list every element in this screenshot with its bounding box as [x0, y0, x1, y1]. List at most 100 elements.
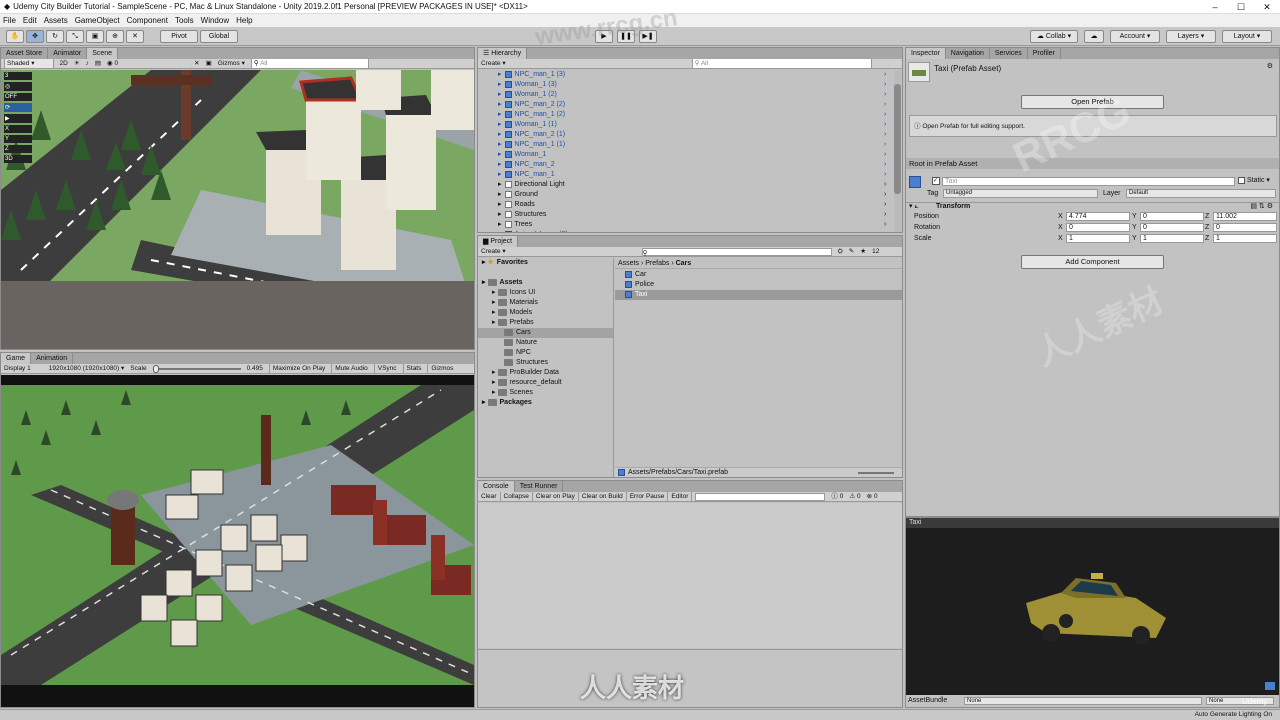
cloud-services-button[interactable]: ☁ — [1084, 30, 1104, 43]
scene-overlay-toolbar[interactable]: 3 ◎ OFF ⟳ ▶ X Y Z 3D — [4, 72, 32, 163]
tag-dropdown[interactable]: Untagged — [943, 189, 1098, 198]
menu-file[interactable]: File — [3, 16, 16, 25]
console-clear-button[interactable]: Clear — [481, 492, 501, 501]
inspector-tab-services[interactable]: Services — [990, 48, 1028, 59]
transform-settings-icon[interactable]: ▤ ⇅ ⚙ — [1250, 202, 1273, 210]
expand-arrow-icon[interactable]: ▸ — [492, 309, 496, 316]
play-button[interactable]: ▶ — [595, 30, 613, 43]
hierarchy-item[interactable]: ▸ Woman_1 (3) › — [498, 80, 886, 90]
menu-tools[interactable]: Tools — [175, 16, 194, 25]
breadcrumb-item[interactable]: Prefabs — [645, 260, 669, 267]
project-tree-item[interactable]: ▸ Models — [478, 308, 613, 318]
favorite-star-icon[interactable]: ★ — [860, 247, 866, 256]
chevron-right-icon[interactable]: › — [884, 210, 886, 220]
game-toggle-gizmos[interactable]: Gizmos — [427, 364, 453, 373]
hierarchy-item[interactable]: ▸ NPC_man_1 (1) › — [498, 140, 886, 150]
add-component-button[interactable]: Add Component — [1021, 255, 1164, 269]
transform-scale-x-field[interactable]: 1 — [1066, 234, 1130, 243]
scale-slider[interactable] — [152, 364, 241, 373]
account-dropdown[interactable]: Account ▾ — [1110, 30, 1160, 43]
chevron-right-icon[interactable]: › — [884, 200, 886, 210]
static-toggle[interactable]: Static ▾ — [1238, 176, 1270, 184]
chevron-right-icon[interactable]: › — [884, 120, 886, 130]
expand-arrow-icon[interactable]: ▸ — [492, 389, 496, 396]
console-tab-console[interactable]: Console — [478, 481, 515, 492]
expand-arrow-icon[interactable]: ▸ — [482, 259, 486, 266]
chevron-right-icon[interactable]: › — [884, 90, 886, 100]
static-checkbox[interactable] — [1238, 176, 1245, 184]
expand-arrow-icon[interactable]: ▸ — [498, 111, 502, 118]
chevron-right-icon[interactable]: › — [884, 110, 886, 120]
project-tree-item[interactable]: Structures — [478, 358, 613, 368]
hierarchy-item[interactable]: ▸ NPC_man_2 › — [498, 160, 886, 170]
maximize-button[interactable]: ☐ — [1228, 0, 1254, 14]
pause-button[interactable]: ❚❚ — [617, 30, 635, 43]
expand-arrow-icon[interactable]: ▸ — [498, 141, 502, 148]
expand-arrow-icon[interactable]: ▸ — [498, 121, 502, 128]
rect-tool-button[interactable]: ▣ — [86, 30, 104, 43]
layer-dropdown[interactable]: Default — [1126, 189, 1276, 198]
info-count-toggle[interactable]: ⓘ 0 — [831, 492, 843, 501]
game-toggle-vsync[interactable]: VSync — [373, 364, 397, 373]
hierarchy-item[interactable]: ▸ Animal_Lama (2) › — [498, 230, 886, 232]
console-collapse-button[interactable]: Collapse — [504, 492, 533, 501]
inspector-tab-profiler[interactable]: Profiler — [1028, 48, 1061, 59]
lighting-toggle-icon[interactable]: ☀ — [74, 59, 80, 68]
resolution-dropdown[interactable]: 1920x1080 (1920x1080) ▾ — [49, 364, 125, 373]
filter-type-icon[interactable]: ⛭ — [838, 247, 843, 256]
project-tree-item[interactable]: ▸ Packages — [478, 398, 613, 408]
console-search-input[interactable] — [695, 492, 826, 501]
active-checkbox[interactable]: ✓ — [932, 177, 940, 185]
step-button[interactable]: ▶❚ — [639, 30, 657, 43]
hierarchy-scrollbar[interactable] — [894, 70, 901, 232]
transform-tool-button[interactable]: ⊕ — [106, 30, 124, 43]
chevron-right-icon[interactable]: › — [884, 230, 886, 232]
close-button[interactable]: ✕ — [1254, 0, 1280, 14]
expand-arrow-icon[interactable]: ▸ — [498, 81, 502, 88]
expand-arrow-icon[interactable]: ▸ — [482, 279, 486, 286]
expand-arrow-icon[interactable]: ▸ — [492, 319, 496, 326]
expand-arrow-icon[interactable]: ▸ — [498, 191, 502, 198]
expand-arrow-icon[interactable]: ▸ — [492, 379, 496, 386]
2d-toggle[interactable]: 2D — [60, 59, 68, 68]
menu-edit[interactable]: Edit — [23, 16, 37, 25]
tab-hierarchy[interactable]: ☰ Hierarchy — [478, 48, 528, 59]
console-editor-button[interactable]: Editor — [671, 492, 693, 501]
console-log-area[interactable] — [478, 503, 902, 648]
hierarchy-item[interactable]: ▸ Woman_1 (2) › — [498, 90, 886, 100]
layers-dropdown[interactable]: Layers ▾ — [1166, 30, 1216, 43]
move-tool-button[interactable]: ✥ — [26, 30, 44, 43]
open-prefab-button[interactable]: Open Prefab — [1021, 95, 1164, 109]
hierarchy-item[interactable]: ▸ NPC_man_2 (1) › — [498, 130, 886, 140]
chevron-right-icon[interactable]: › — [884, 190, 886, 200]
transform-position-y-field[interactable]: 0 — [1140, 212, 1204, 221]
menu-gameobject[interactable]: GameObject — [75, 16, 120, 25]
icon-size-slider[interactable] — [858, 472, 894, 474]
transform-position-x-field[interactable]: 4.774 — [1066, 212, 1130, 221]
inspector-tab-inspector[interactable]: Inspector — [906, 48, 946, 59]
tab-project[interactable]: ▆ Project — [478, 236, 519, 247]
scene-tab-asset-store[interactable]: Asset Store — [1, 48, 49, 59]
console-clear-on-build-button[interactable]: Clear on Build — [582, 492, 627, 501]
game-tab-animation[interactable]: Animation — [31, 353, 74, 364]
project-file-item[interactable]: Car — [615, 270, 902, 280]
project-tree-item[interactable]: ▸ resource_default — [478, 378, 613, 388]
project-create-dropdown[interactable]: Create ▾ — [481, 247, 506, 256]
expand-arrow-icon[interactable]: ▸ — [498, 221, 502, 228]
transform-foldout[interactable]: ▾ ⟀ — [909, 202, 919, 211]
scale-tool-button[interactable]: ⤡ — [66, 30, 84, 43]
expand-arrow-icon[interactable]: ▸ — [498, 231, 502, 232]
game-toggle-stats[interactable]: Stats — [402, 364, 421, 373]
scene-search-input[interactable]: ⚲ All — [250, 59, 369, 68]
game-toggle-maximize-on-play[interactable]: Maximize On Play — [268, 364, 325, 373]
chevron-right-icon[interactable]: › — [884, 70, 886, 80]
project-tree-item[interactable]: Nature — [478, 338, 613, 348]
project-tree-item[interactable]: NPC — [478, 348, 613, 358]
layout-dropdown[interactable]: Layout ▾ — [1222, 30, 1272, 43]
project-tree-item[interactable]: ▸ Prefabs — [478, 318, 613, 328]
gizmos-dropdown[interactable]: Gizmos ▾ — [218, 59, 245, 68]
camera-icon[interactable]: ▣ — [206, 59, 212, 68]
hand-tool-button[interactable]: ✋ — [6, 30, 24, 43]
expand-arrow-icon[interactable]: ▸ — [498, 171, 502, 178]
expand-arrow-icon[interactable]: ▸ — [498, 211, 502, 218]
